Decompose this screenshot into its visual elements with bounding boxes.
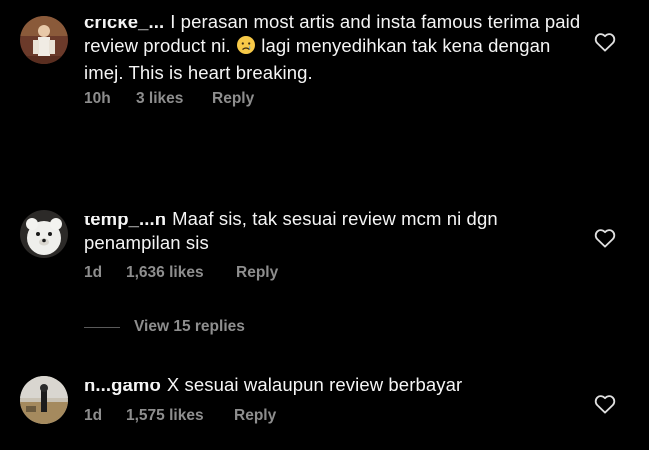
comment-text: temp_...n Maaf sis, tak sesuai review mcm… bbox=[84, 207, 584, 255]
comment-time: 1d bbox=[84, 264, 103, 281]
avatar[interactable] bbox=[20, 210, 68, 258]
comment-username[interactable]: n...gamo bbox=[84, 382, 161, 397]
heart-outline-icon[interactable] bbox=[594, 32, 616, 52]
comment-text: n...gamo X sesuai walaupun review berbaya… bbox=[84, 373, 584, 397]
view-replies-label[interactable]: View 15 replies bbox=[134, 318, 245, 336]
comment-likes[interactable]: 3 likes bbox=[136, 90, 212, 108]
avatar[interactable] bbox=[20, 376, 68, 424]
heart-outline-icon[interactable] bbox=[594, 228, 616, 248]
comment-text: cricke_... I perasan most artis and insta… bbox=[84, 10, 584, 85]
view-replies-button[interactable]: View 15 replies bbox=[84, 318, 245, 336]
comment-body: X sesuai walaupun review berbayar bbox=[166, 374, 463, 395]
comment-meta: 10h 3 likes Reply bbox=[84, 90, 254, 108]
reply-button[interactable]: Reply bbox=[236, 264, 278, 282]
comment-username[interactable]: temp_...n bbox=[84, 216, 166, 231]
reply-button[interactable]: Reply bbox=[234, 407, 276, 425]
heart-outline-icon[interactable] bbox=[594, 394, 616, 414]
comment-meta: 1d 1,575 likes Reply bbox=[84, 407, 276, 425]
comment-time: 10h bbox=[84, 90, 111, 107]
avatar[interactable] bbox=[20, 16, 68, 64]
replies-divider bbox=[84, 326, 120, 328]
comment-time: 1d bbox=[84, 407, 103, 424]
reply-button[interactable]: Reply bbox=[212, 90, 254, 108]
crying-face-emoji bbox=[236, 35, 256, 61]
comment-meta: 1d 1,636 likes Reply bbox=[84, 264, 278, 282]
comment-username[interactable]: cricke_... bbox=[84, 19, 164, 34]
comment-likes[interactable]: 1,575 likes bbox=[126, 407, 234, 425]
comment-likes[interactable]: 1,636 likes bbox=[126, 264, 236, 282]
